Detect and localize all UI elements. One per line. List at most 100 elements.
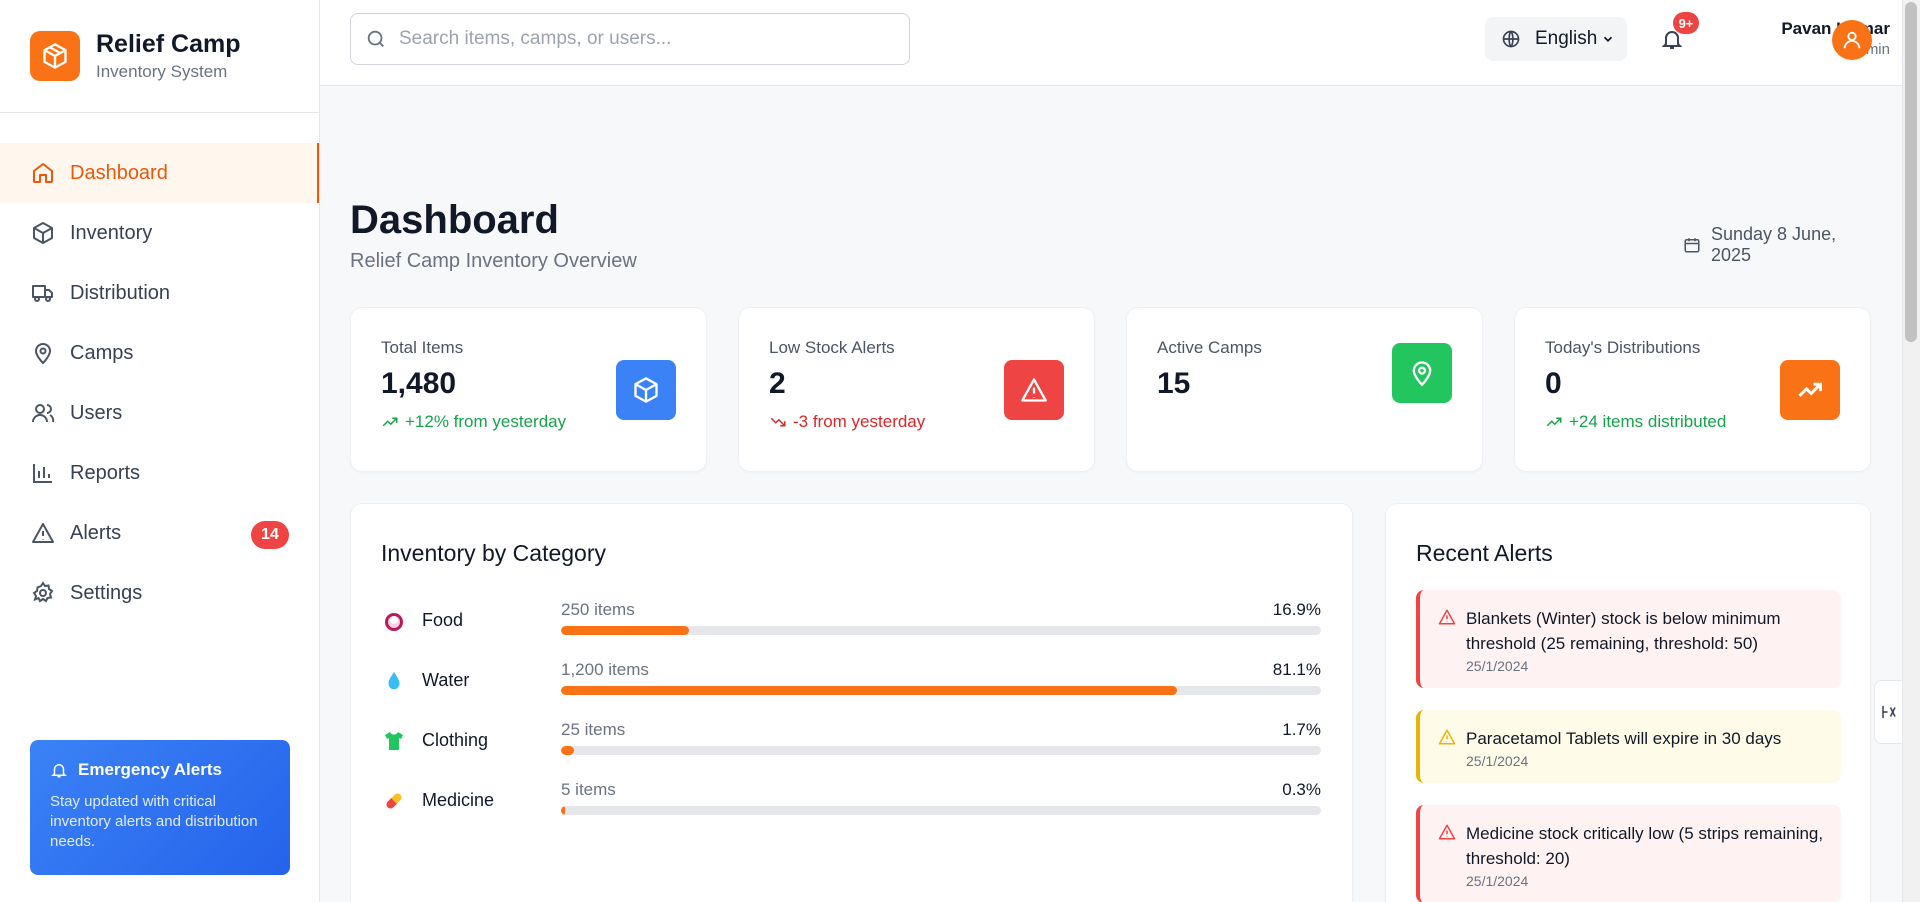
alert-triangle-icon [30, 520, 56, 546]
trending-up-icon [1780, 360, 1840, 420]
bar-chart-icon [30, 460, 56, 486]
bell-icon [50, 761, 68, 779]
notification-badge: 9+ [1673, 12, 1699, 34]
stat-card-active-camps[interactable]: Active Camps 15 [1126, 307, 1483, 472]
stat-card-low-stock[interactable]: Low Stock Alerts 2 -3 from yesterday [738, 307, 1095, 472]
category-count: 1,200 items [561, 660, 649, 679]
user-icon [1841, 29, 1863, 51]
alert-date: 25/1/2024 [1466, 753, 1529, 769]
sidebar: Relief Camp Inventory System Dashboard I… [0, 0, 320, 902]
map-pin-icon [30, 340, 56, 366]
sidebar-item-users[interactable]: Users [0, 383, 319, 443]
category-row-clothing[interactable]: Clothing 25 items 1.7% [381, 720, 1321, 766]
sidebar-item-label: Reports [70, 461, 141, 484]
category-count: 250 items [561, 600, 635, 619]
map-pin-icon [1392, 343, 1452, 403]
category-progress-fill [561, 626, 690, 635]
alert-item[interactable]: Paracetamol Tablets will expire in 30 da… [1416, 710, 1841, 783]
stat-label: Low Stock Alerts [769, 338, 895, 357]
alert-message: Blankets (Winter) stock is below minimum… [1466, 609, 1781, 653]
scrollbar-thumb[interactable] [1905, 2, 1917, 342]
category-percent: 16.9% [1272, 600, 1321, 619]
sidebar-item-reports[interactable]: Reports [0, 443, 319, 503]
shirt-icon [381, 728, 407, 754]
category-progress-fill [561, 746, 574, 755]
category-count: 5 items [561, 780, 616, 799]
category-percent: 1.7% [1282, 720, 1321, 739]
emergency-title: Emergency Alerts [78, 760, 222, 779]
category-percent: 81.1% [1272, 660, 1321, 679]
chevron-down-icon [1601, 32, 1615, 46]
brand: Relief Camp Inventory System [0, 0, 319, 113]
recent-alerts-panel: Recent Alerts Blankets (Winter) stock is… [1385, 503, 1871, 902]
search-box[interactable] [350, 13, 910, 65]
box-icon [616, 360, 676, 420]
sidebar-item-camps[interactable]: Camps [0, 323, 319, 383]
category-row-food[interactable]: Food 250 items 16.9% [381, 600, 1321, 646]
language-selector[interactable]: English [1485, 17, 1627, 61]
calendar-icon [1683, 236, 1701, 254]
emergency-alerts-card[interactable]: Emergency Alerts Stay updated with criti… [30, 740, 290, 875]
users-icon [30, 400, 56, 426]
inventory-by-category-panel: Inventory by Category Food 250 items 16.… [350, 503, 1353, 902]
stat-trend-text: +12% from yesterday [405, 412, 567, 431]
stat-card-total-items[interactable]: Total Items 1,480 +12% from yesterday [350, 307, 707, 472]
category-name: Clothing [422, 730, 489, 750]
category-progress-fill [561, 686, 1178, 695]
truck-icon [30, 280, 56, 306]
stat-label: Total Items [381, 338, 464, 357]
emergency-text: Stay updated with critical inventory ale… [50, 793, 258, 850]
search-icon [365, 28, 387, 50]
sidebar-item-dashboard[interactable]: Dashboard [0, 143, 319, 203]
search-input[interactable] [399, 28, 879, 50]
category-row-medicine[interactable]: Medicine 5 items 0.3% [381, 780, 1321, 826]
alert-date: 25/1/2024 [1466, 873, 1529, 889]
globe-icon [1501, 29, 1521, 49]
alert-item[interactable]: Medicine stock critically low (5 strips … [1416, 805, 1841, 902]
stat-label: Today's Distributions [1545, 338, 1701, 357]
sidebar-item-settings[interactable]: Settings [0, 563, 319, 623]
category-progress-track [561, 806, 1321, 815]
sidebar-item-label: Inventory [70, 221, 153, 244]
food-icon [381, 608, 407, 634]
stat-card-distributions[interactable]: Today's Distributions 0 +24 items distri… [1514, 307, 1871, 472]
side-panel-toggle[interactable] [1874, 680, 1902, 744]
avatar[interactable] [1832, 20, 1872, 60]
panel-title: Recent Alerts [1416, 540, 1553, 566]
alert-item[interactable]: Blankets (Winter) stock is below minimum… [1416, 590, 1841, 688]
top-header: English 9+ Pavan Kumar Admin [320, 0, 1902, 86]
alert-triangle-icon [1438, 823, 1456, 841]
alert-message: Paracetamol Tablets will expire in 30 da… [1466, 729, 1782, 748]
language-label: English [1535, 28, 1598, 49]
brand-subtitle: Inventory System [96, 62, 228, 81]
panel-title: Inventory by Category [381, 540, 607, 566]
home-icon [30, 160, 56, 186]
trending-up-icon [1545, 413, 1563, 431]
category-percent: 0.3% [1282, 780, 1321, 799]
category-name: Food [422, 610, 464, 630]
category-row-water[interactable]: Water 1,200 items 81.1% [381, 660, 1321, 706]
sidebar-nav: Dashboard Inventory Distribution Camps U… [0, 143, 319, 623]
category-name: Medicine [422, 790, 495, 810]
page-subtitle: Relief Camp Inventory Overview [350, 250, 637, 272]
alert-message: Medicine stock critically low (5 strips … [1466, 824, 1824, 868]
alert-triangle-icon [1438, 608, 1456, 626]
box-icon [30, 220, 56, 246]
trending-up-icon [381, 413, 399, 431]
alert-date: 25/1/2024 [1466, 658, 1529, 674]
sidebar-item-alerts[interactable]: Alerts 14 [0, 503, 319, 563]
sidebar-item-inventory[interactable]: Inventory [0, 203, 319, 263]
water-drop-icon [381, 668, 407, 694]
date-text: Sunday 8 June, 2025 [1711, 224, 1837, 265]
category-count: 25 items [561, 720, 626, 739]
sidebar-item-label: Dashboard [70, 161, 168, 184]
sidebar-item-distribution[interactable]: Distribution [0, 263, 319, 323]
category-progress-track [561, 626, 1321, 635]
sidebar-item-label: Alerts [70, 521, 122, 544]
brand-title: Relief Camp [96, 30, 241, 58]
sidebar-item-label: Settings [70, 581, 143, 604]
pill-icon [381, 788, 407, 814]
box-logo-icon [30, 31, 80, 81]
date-display: Sunday 8 June, 2025 [1683, 224, 1871, 266]
gear-icon [30, 580, 56, 606]
